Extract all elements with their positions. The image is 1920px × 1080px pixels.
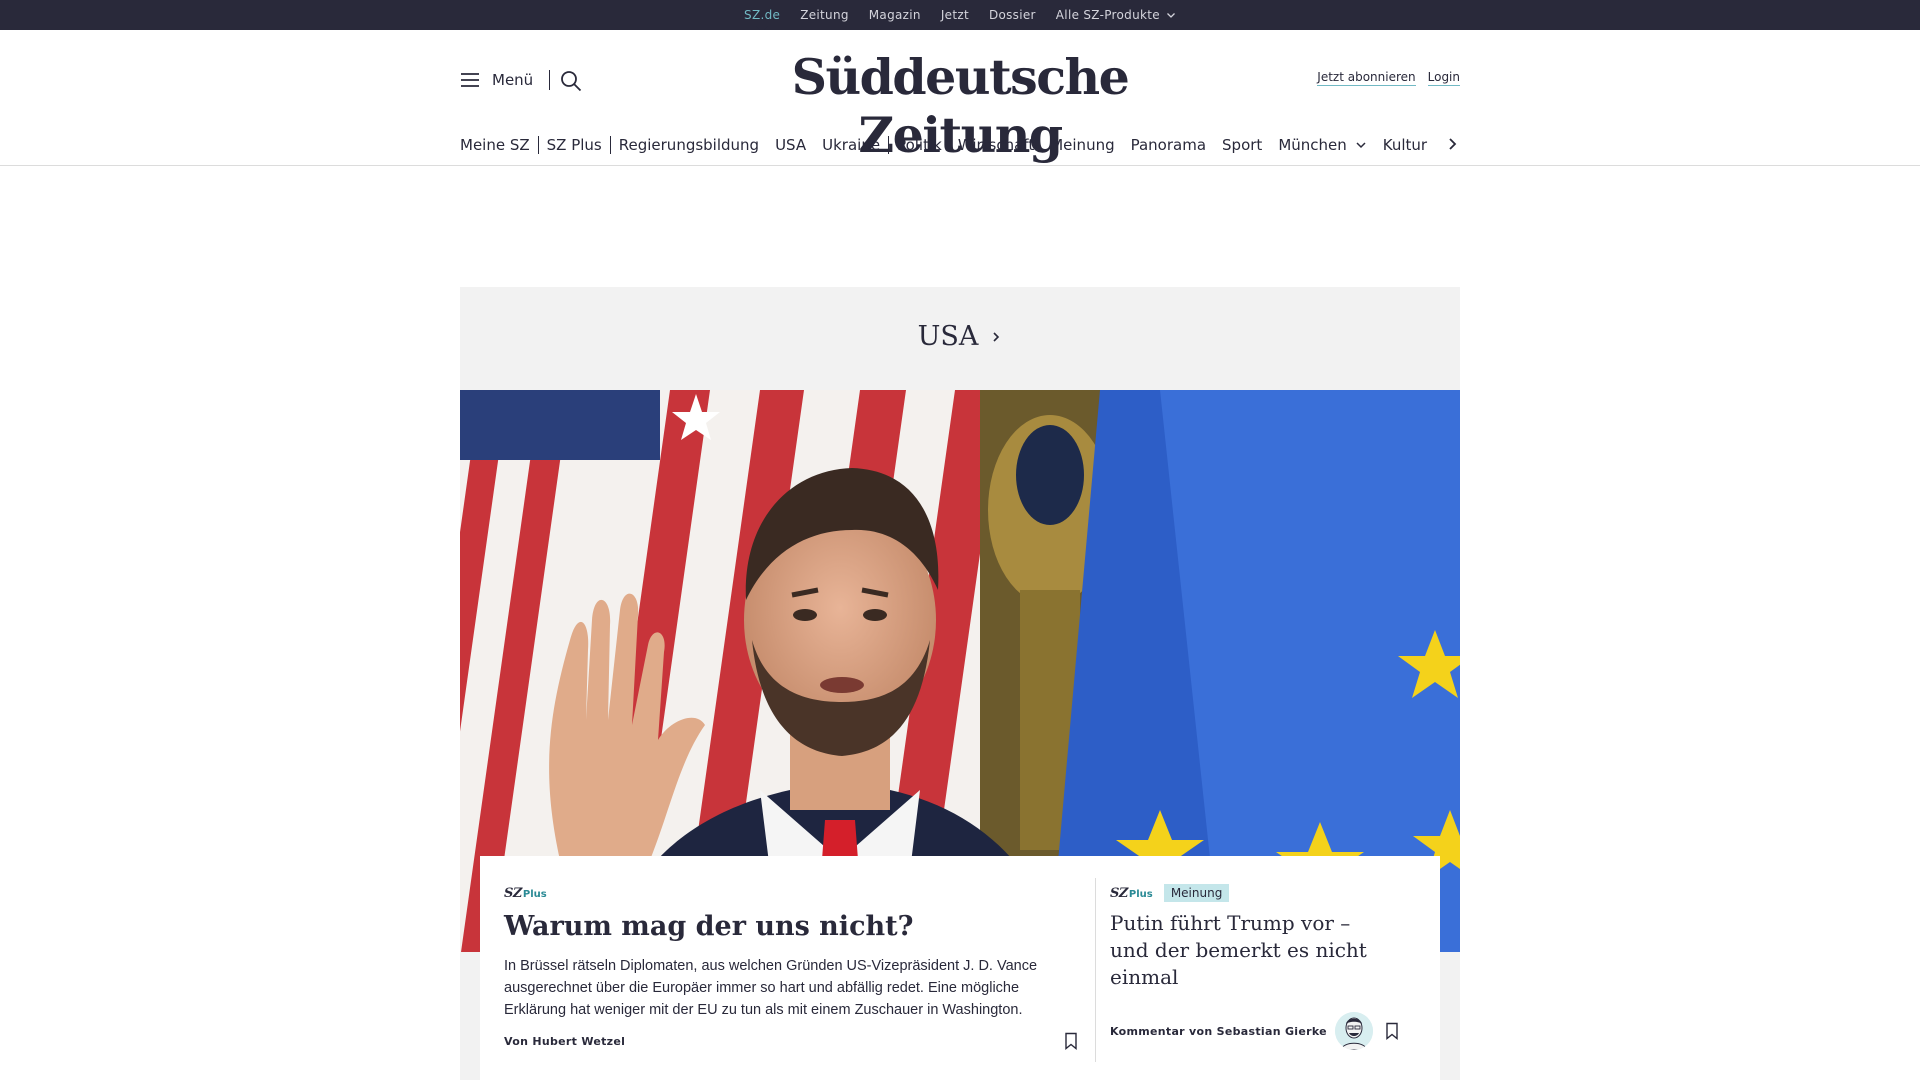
topbar-link-szde[interactable]: SZ.de (744, 8, 780, 32)
side-article[interactable]: SZ Plus Meinung Putin führt Trump vor – … (1110, 882, 1410, 1050)
bookmark-icon[interactable] (1385, 1022, 1399, 1040)
sz-plus-badge-plus: Plus (522, 889, 547, 900)
main-article-teaser: In Brüssel rätseln Diplomaten, aus welch… (504, 955, 1074, 1021)
top-product-bar: SZ.de Zeitung Magazin Jetzt Dossier Alle… (0, 0, 1920, 32)
search-icon (561, 71, 582, 92)
sz-plus-badge-plus: Plus (1128, 889, 1153, 900)
side-article-byline-row: Kommentar von Sebastian Gierke (1110, 1012, 1410, 1050)
nav-item-ukraine[interactable]: Ukraine (814, 136, 888, 154)
nav-item-muenchen[interactable]: München (1270, 136, 1374, 154)
teaser-line: ausgerechnet über die Europäer immer so … (504, 980, 1020, 997)
side-article-labels: SZ Plus Meinung (1110, 882, 1410, 902)
nav-item-usa[interactable]: USA (767, 136, 814, 154)
site-header: Menü Süddeutsche Zeitung Jetzt abonniere… (0, 30, 1920, 166)
usa-section: USA SZ Plus Warum mag der uns nicht? In … (460, 287, 1460, 1080)
bookmark-icon[interactable] (1064, 1032, 1078, 1050)
topbar-link-dossier[interactable]: Dossier (989, 8, 1036, 22)
topbar-link-alle-produkte-label: Alle SZ-Produkte (1055, 8, 1160, 22)
nav-item-meine-sz[interactable]: Meine SZ (460, 136, 538, 154)
search-button[interactable] (560, 70, 582, 96)
chevron-right-icon[interactable] (1442, 134, 1462, 154)
account-links: Jetzt abonnieren Login (1317, 70, 1460, 86)
nav-item-muenchen-label: München (1278, 136, 1347, 154)
section-title-link[interactable]: USA (460, 321, 1460, 352)
topbar-link-jetzt[interactable]: Jetzt (941, 8, 969, 22)
article-teaser-card: SZ Plus Warum mag der uns nicht? In Brüs… (480, 856, 1440, 1080)
teaser-line: In Brüssel rätseln Diplomaten, aus welch… (504, 958, 1038, 975)
nav-item-regierungsbildung[interactable]: Regierungsbildung (611, 136, 767, 154)
nav-item-panorama[interactable]: Panorama (1123, 136, 1214, 154)
sz-plus-badge: SZ Plus (504, 886, 547, 901)
chevron-right-icon (993, 331, 1000, 342)
hamburger-icon (461, 73, 479, 87)
menu-label: Menü (492, 71, 534, 89)
chevron-down-icon (1356, 142, 1366, 149)
chevron-down-icon (1166, 13, 1175, 18)
nav-item-sz-plus[interactable]: SZ Plus (539, 136, 610, 154)
meinung-tag: Meinung (1163, 883, 1230, 902)
login-link[interactable]: Login (1427, 70, 1460, 86)
sz-plus-badge-sz: SZ (1110, 886, 1128, 901)
headline-line: Putin führt Trump vor – (1110, 910, 1351, 935)
nav-item-kultur[interactable]: Kultur (1375, 136, 1435, 154)
nav-item-sport[interactable]: Sport (1214, 136, 1270, 154)
main-article-headline[interactable]: Warum mag der uns nicht? (504, 911, 1074, 943)
nav-item-meinung[interactable]: Meinung (1042, 136, 1122, 154)
sz-plus-badge: SZ Plus (1110, 886, 1153, 901)
menu-button[interactable]: Menü (460, 70, 551, 90)
nav-item-politik[interactable]: Politik (889, 136, 950, 154)
topbar-link-magazin[interactable]: Magazin (869, 8, 921, 22)
main-article-byline: Von Hubert Wetzel (504, 1035, 626, 1049)
teaser-line: Erklärung hat weniger mit der EU zu tun … (504, 1002, 1023, 1019)
column-divider (1095, 878, 1096, 1062)
menu-divider (549, 70, 551, 90)
main-article[interactable]: SZ Plus Warum mag der uns nicht? In Brüs… (504, 882, 1074, 1048)
section-title: USA (917, 321, 979, 352)
headline-line: und der bemerkt es nicht (1110, 937, 1367, 962)
author-portrait (1334, 1012, 1373, 1050)
topbar-link-alle-produkte[interactable]: Alle SZ-Produkte (1056, 8, 1176, 22)
sz-plus-badge-sz: SZ (504, 886, 522, 901)
topbar-link-zeitung[interactable]: Zeitung (800, 8, 849, 22)
headline-line: einmal (1110, 964, 1179, 989)
author-avatar (1334, 1012, 1373, 1050)
main-navigation: Meine SZ SZ Plus Regierungsbildung USA U… (460, 130, 1462, 160)
nav-item-wirtschaft[interactable]: Wirtschaft (950, 136, 1042, 154)
side-article-headline[interactable]: Putin führt Trump vor – und der bemerkt … (1110, 910, 1410, 991)
subscribe-link[interactable]: Jetzt abonnieren (1317, 70, 1416, 86)
side-article-byline: Kommentar von Sebastian Gierke (1110, 1024, 1327, 1038)
